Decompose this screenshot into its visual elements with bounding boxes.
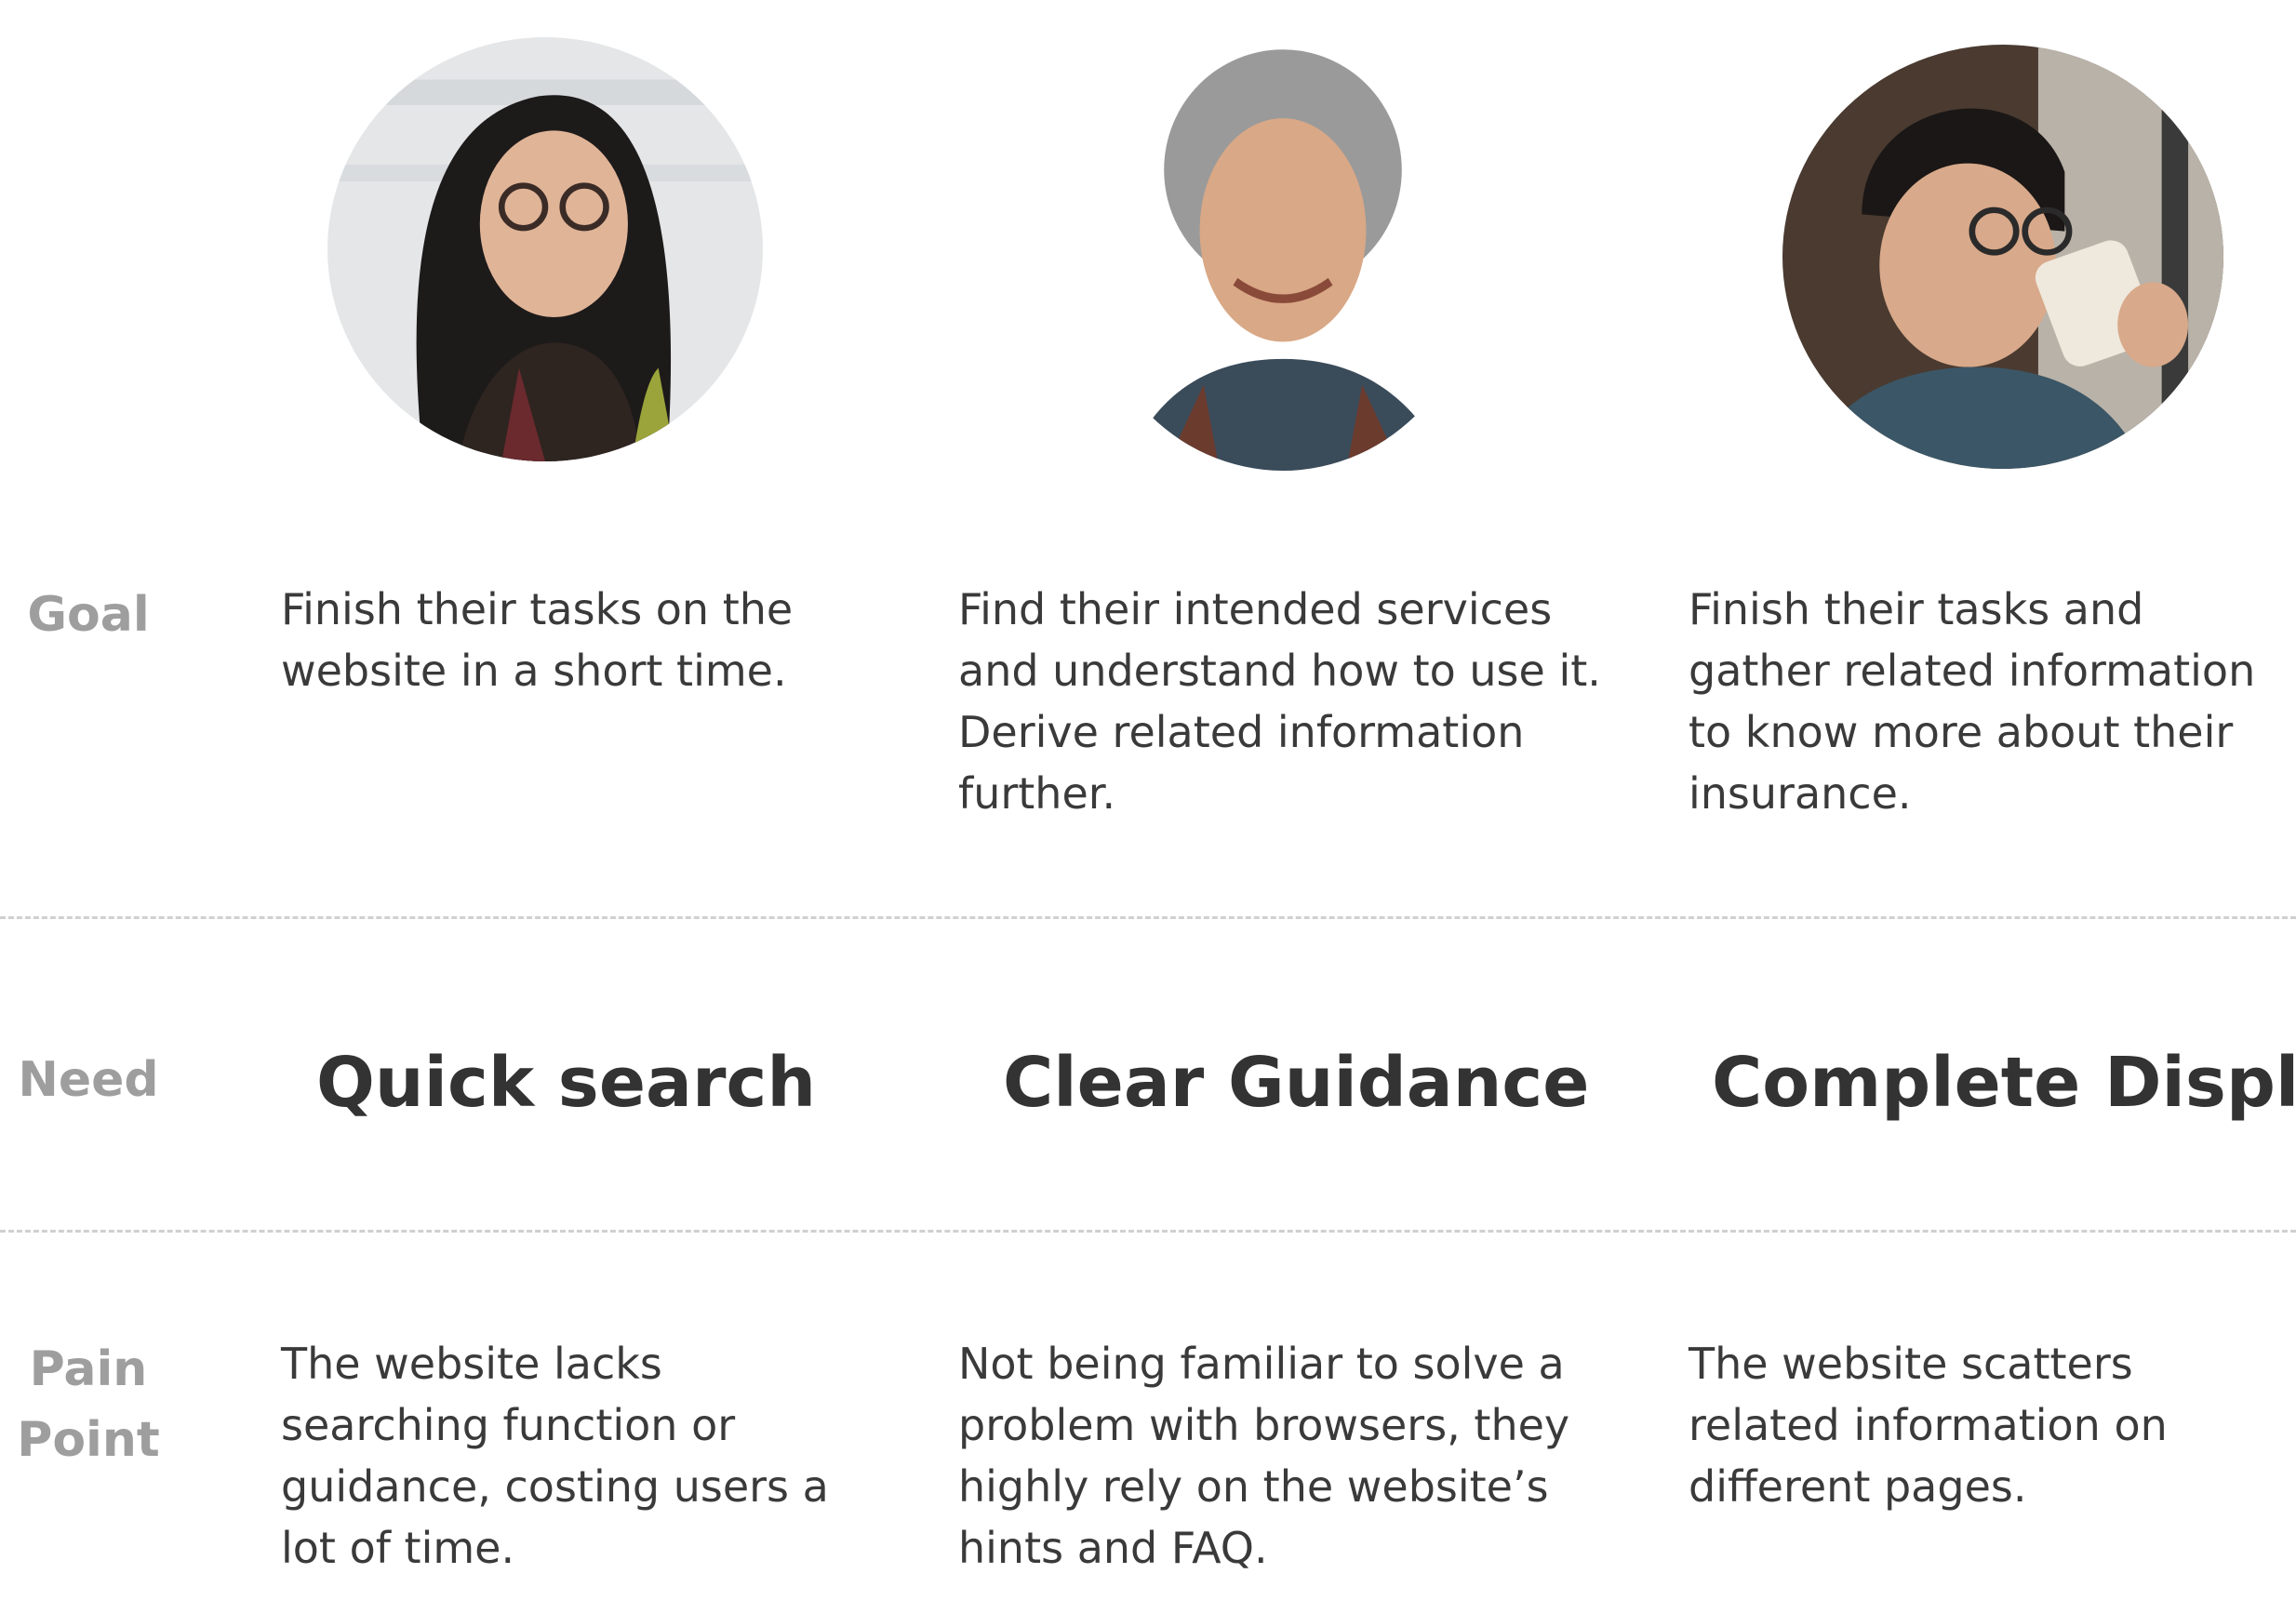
young-man-drinking-coffee-photo: [1782, 45, 2223, 469]
dashed-divider: [0, 1230, 2296, 1233]
persona-3-pain-point: The website scatters related information…: [1689, 1339, 2168, 1512]
persona-1-need: Quick search: [316, 1043, 817, 1123]
persona-1-avatar: [327, 37, 763, 461]
persona-1-pain-point: The website lacks searching function or …: [281, 1339, 829, 1573]
persona-2-avatar: [1085, 41, 1481, 471]
persona-1-goal: Finish their tasks on the website in a s…: [281, 584, 794, 696]
young-woman-with-glasses-photo: [327, 37, 763, 461]
row-label-need: Need: [18, 1052, 159, 1108]
dashed-divider: [0, 916, 2296, 919]
persona-2-need: Clear Guidance: [1003, 1043, 1590, 1123]
persona-2-goal: Find their intended services and underst…: [958, 584, 1601, 819]
persona-3-goal: Finish their tasks and gather related in…: [1689, 584, 2256, 819]
row-label-pain-point: Pain Point: [17, 1341, 160, 1468]
older-woman-smiling-photo: [1085, 41, 1481, 471]
persona-3-avatar: [1782, 45, 2223, 469]
persona-3-need: Complete Display: [1712, 1043, 2296, 1123]
row-label-goal: Goal: [27, 587, 150, 643]
persona-2-pain-point: Not being familiar to solve a problem wi…: [958, 1339, 1570, 1573]
